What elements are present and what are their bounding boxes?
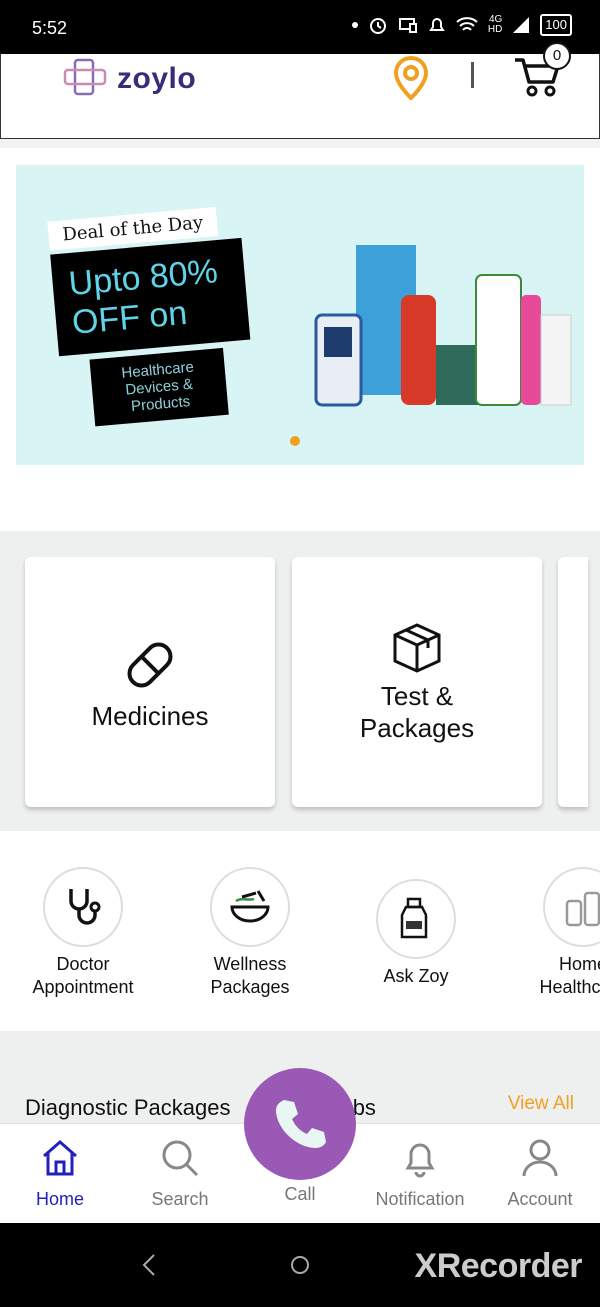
bowl-icon <box>230 890 270 923</box>
phone-icon <box>276 1100 326 1148</box>
category-label: Medicines <box>91 701 209 731</box>
call-fab-button[interactable] <box>244 1068 356 1180</box>
category-label: Test & Packages <box>359 681 475 743</box>
home-icon <box>43 1140 77 1176</box>
bell-icon <box>405 1143 435 1178</box>
logo-text: zoylo <box>117 62 197 95</box>
deal-subtitle: Healthcare Devices & Products <box>89 347 229 427</box>
nav-account[interactable]: Account <box>480 1138 600 1210</box>
service-label: Doctor Appointment <box>32 954 134 997</box>
zoylo-logo[interactable]: zoylo <box>63 58 196 100</box>
service-icon-circle <box>543 867 600 947</box>
hd-label: HD <box>487 24 503 35</box>
service-icon-circle <box>43 867 123 947</box>
home-system-icon[interactable] <box>288 1253 312 1277</box>
promo-carousel: Deal of the Day Upto 80% OFF on Healthca… <box>0 148 600 653</box>
box-icon <box>393 623 441 673</box>
service-icon-circle <box>376 879 456 959</box>
system-nav-bar: XRecorder <box>0 1223 600 1307</box>
category-card-tests[interactable]: Test & Packages <box>292 557 542 807</box>
service-home-healthcare[interactable]: Home Healthcare <box>508 867 600 999</box>
service-label: Ask Zoy <box>383 966 449 986</box>
service-doctor-appointment[interactable]: Doctor Appointment <box>8 867 158 999</box>
recorder-watermark: XRecorder <box>414 1247 583 1285</box>
nav-search[interactable]: Search <box>120 1138 240 1210</box>
wifi-icon <box>456 17 478 31</box>
service-label: Wellness Packages <box>210 954 290 997</box>
category-card-medicines[interactable]: Medicines <box>25 557 275 807</box>
promo-banner[interactable]: Deal of the Day Upto 80% OFF on Healthca… <box>16 165 584 465</box>
nav-label: Home <box>35 1189 84 1209</box>
location-button[interactable] <box>391 55 431 105</box>
services-row: Doctor Appointment Wellness Packages Ask… <box>0 831 600 1031</box>
network-label: 4G HD <box>488 15 502 35</box>
cart-count-badge: 0 <box>543 42 571 70</box>
service-label: Home Healthcare <box>539 954 600 997</box>
nav-notification[interactable]: Notification <box>360 1138 480 1210</box>
banner-indicator <box>290 436 300 446</box>
notification-dot-icon <box>351 22 358 28</box>
bottles-icon <box>565 891 600 927</box>
header-divider <box>471 62 474 88</box>
status-bar: 5:52 4G HD 100 <box>0 0 600 54</box>
status-icons: 4G HD 100 <box>351 14 572 36</box>
category-card-partial[interactable] <box>558 557 588 807</box>
logo-mark-icon <box>63 58 107 96</box>
stethoscope-icon <box>69 889 101 925</box>
nav-label: Account <box>507 1189 573 1209</box>
deal-headline: Upto 80% OFF on <box>50 237 251 357</box>
service-icon-circle <box>210 867 290 947</box>
nav-label: Search <box>151 1189 209 1209</box>
medicine-bottle-icon <box>400 897 428 939</box>
search-icon <box>162 1140 199 1177</box>
view-all-link[interactable]: View All <box>508 1093 574 1115</box>
pill-icon <box>127 642 173 688</box>
status-time: 5:52 <box>32 18 68 38</box>
category-section: Medicines Test & Packages <box>0 531 600 831</box>
cart-button[interactable]: 0 <box>513 42 571 103</box>
nav-label: Call <box>284 1184 316 1204</box>
service-ask-zoy[interactable]: Ask Zoy <box>341 879 491 988</box>
signal-icon <box>513 17 530 33</box>
products-image <box>314 245 572 407</box>
nav-home[interactable]: Home <box>0 1138 120 1210</box>
service-wellness-packages[interactable]: Wellness Packages <box>175 867 325 999</box>
deal-block: Deal of the Day Upto 80% OFF on Healthca… <box>47 205 256 429</box>
alarm-icon <box>369 18 386 34</box>
location-pin-icon <box>393 55 429 101</box>
app-header: zoylo 0 <box>0 42 600 139</box>
section-title-text: Diagnostic Packages <box>25 1095 231 1120</box>
back-icon[interactable] <box>140 1253 160 1277</box>
user-icon <box>522 1139 558 1177</box>
battery-indicator: 100 <box>540 14 572 36</box>
bell-status-icon <box>428 18 445 31</box>
cast-icon <box>398 18 417 33</box>
nav-label: Notification <box>375 1189 465 1209</box>
